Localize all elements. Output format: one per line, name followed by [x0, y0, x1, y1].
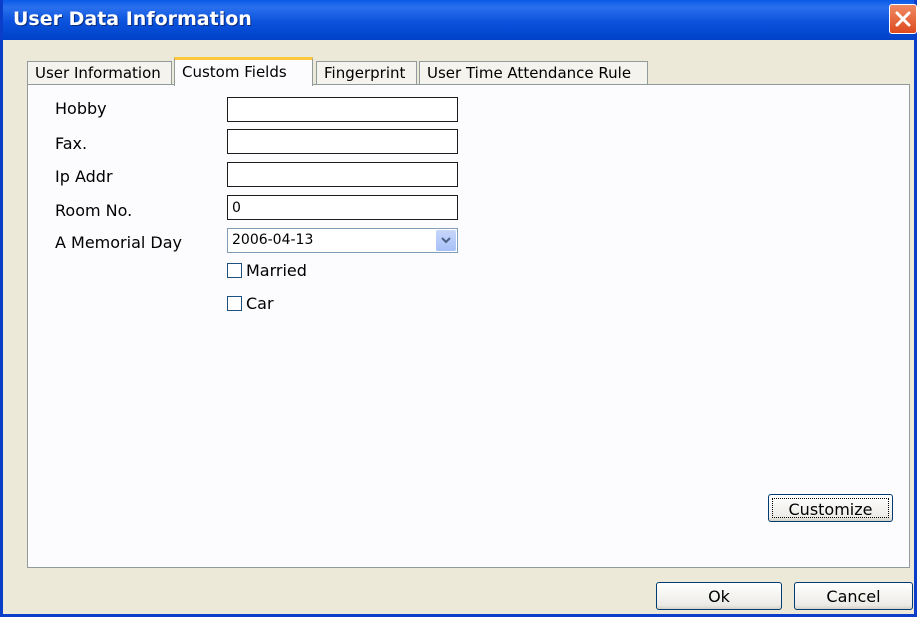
- window-title: User Data Information: [13, 8, 252, 30]
- hobby-label: Hobby: [55, 99, 107, 118]
- fax-label: Fax.: [55, 134, 88, 153]
- cancel-button[interactable]: Cancel: [794, 582, 913, 610]
- title-bar[interactable]: User Data Information: [3, 0, 917, 40]
- ok-label: Ok: [708, 587, 730, 606]
- customize-button[interactable]: Customize: [768, 494, 893, 522]
- tab-user-time-attendance-rule[interactable]: User Time Attendance Rule: [419, 61, 648, 85]
- close-button[interactable]: [889, 4, 917, 34]
- dialog-window: User Data Information User Information C…: [0, 0, 917, 617]
- tab-user-information[interactable]: User Information: [27, 61, 172, 85]
- close-icon: [895, 11, 911, 27]
- tab-custom-fields[interactable]: Custom Fields: [174, 57, 313, 86]
- ip-addr-input[interactable]: [227, 162, 458, 187]
- memorial-day-select[interactable]: 2006-04-13: [227, 228, 458, 253]
- tab-fingerprint[interactable]: Fingerprint: [316, 61, 417, 85]
- hobby-input[interactable]: [227, 97, 458, 122]
- memorial-day-label: A Memorial Day: [55, 233, 183, 252]
- tab-label: User Information: [35, 64, 161, 82]
- tab-label: User Time Attendance Rule: [427, 64, 632, 82]
- married-checkbox[interactable]: [227, 263, 242, 278]
- married-label: Married: [246, 261, 307, 280]
- ok-button[interactable]: Ok: [656, 582, 782, 610]
- room-no-input[interactable]: [227, 195, 458, 220]
- memorial-day-value: 2006-04-13: [232, 232, 314, 248]
- dropdown-button[interactable]: [436, 230, 456, 251]
- customize-label: Customize: [788, 500, 873, 519]
- car-checkbox[interactable]: [227, 296, 242, 311]
- customize-focus-rect: Customize: [772, 498, 889, 519]
- fax-input[interactable]: [227, 129, 458, 154]
- cancel-label: Cancel: [826, 587, 881, 606]
- ip-addr-label: Ip Addr: [55, 167, 113, 186]
- car-label: Car: [246, 294, 274, 313]
- room-no-label: Room No.: [55, 201, 133, 220]
- tab-label: Custom Fields: [182, 63, 287, 81]
- tab-label: Fingerprint: [324, 64, 406, 82]
- chevron-down-icon: [441, 237, 451, 244]
